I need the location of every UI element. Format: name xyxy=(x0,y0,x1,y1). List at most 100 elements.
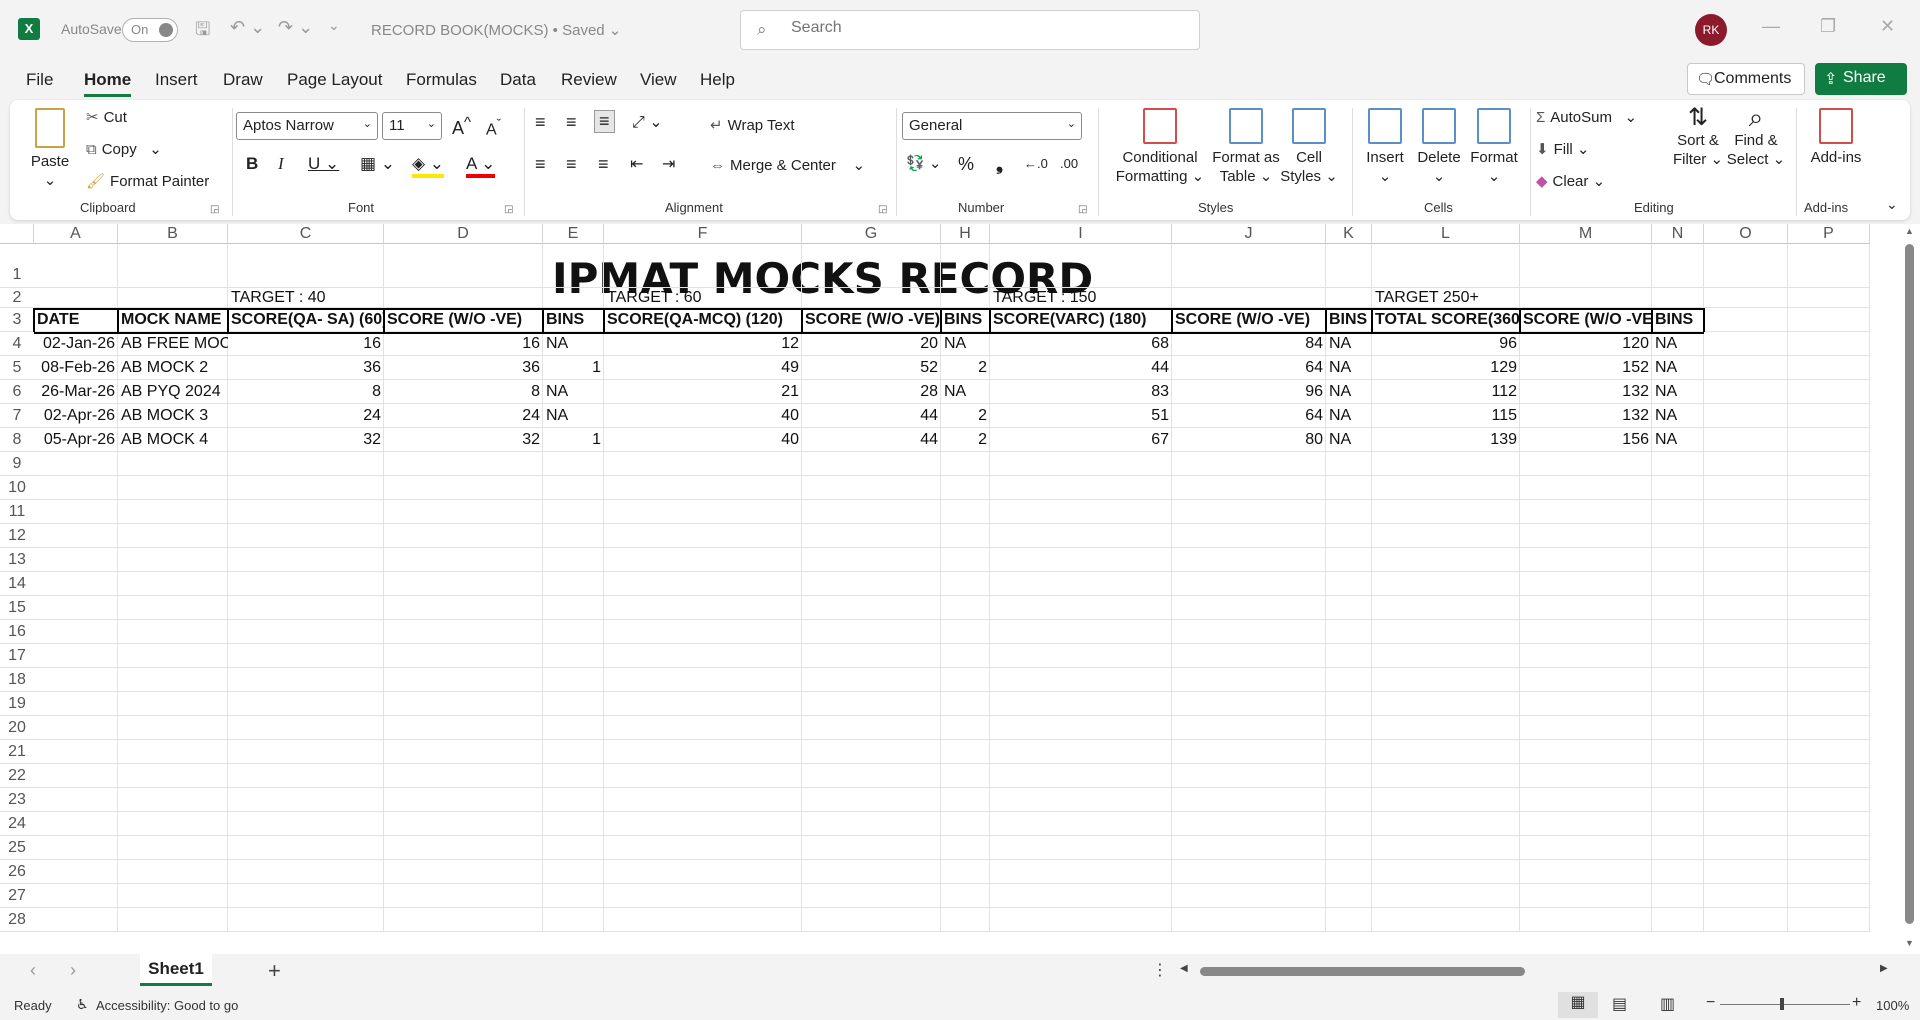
table-cell[interactable]: 44 xyxy=(990,356,1172,380)
column-title[interactable]: SCORE(QA-MCQ) (120) xyxy=(604,308,802,332)
row-header[interactable]: 14 xyxy=(0,572,34,596)
row-header[interactable]: 11 xyxy=(0,500,34,524)
page-break-view-icon[interactable]: ▥ xyxy=(1660,994,1675,1014)
format-painter-button[interactable]: 🖌 Format Painter xyxy=(86,172,209,190)
table-cell[interactable]: 8 xyxy=(228,380,384,404)
table-cell[interactable]: NA xyxy=(1326,428,1372,452)
tab-formulas[interactable]: Formulas xyxy=(406,70,477,90)
table-cell[interactable]: 156 xyxy=(1520,428,1652,452)
column-header[interactable]: F xyxy=(604,224,802,244)
table-cell[interactable]: 02-Jan-26 xyxy=(34,332,118,356)
autosave-toggle[interactable]: On xyxy=(122,18,178,42)
align-center-icon[interactable]: ≡ xyxy=(566,154,577,175)
column-header[interactable]: P xyxy=(1788,224,1870,244)
table-cell[interactable]: 52 xyxy=(802,356,941,380)
font-size-select[interactable]: 11 ⌄ xyxy=(382,112,442,140)
font-color-icon[interactable]: A ⌄ xyxy=(466,154,496,178)
target-label[interactable]: TARGET : 150 xyxy=(990,288,1190,308)
table-cell[interactable]: NA xyxy=(1652,332,1704,356)
column-title[interactable]: SCORE (W/O -VE) xyxy=(1520,308,1652,332)
insert-cells-button[interactable]: Insert ⌄ xyxy=(1360,108,1410,186)
table-cell[interactable]: 139 xyxy=(1372,428,1520,452)
column-header[interactable]: C xyxy=(228,224,384,244)
fill-color-icon[interactable]: ◈ ⌄ xyxy=(412,154,445,178)
accessibility-icon[interactable]: ♿ xyxy=(76,996,89,1013)
table-cell[interactable]: 2 xyxy=(941,404,990,428)
table-cell[interactable]: 96 xyxy=(1172,380,1326,404)
zoom-level[interactable]: 100% xyxy=(1876,998,1909,1013)
target-label[interactable]: TARGET : 60 xyxy=(604,288,804,308)
column-header[interactable]: A xyxy=(34,224,118,244)
scroll-down-icon[interactable]: ▼ xyxy=(1905,938,1914,948)
close-icon[interactable]: ✕ xyxy=(1880,16,1895,37)
table-cell[interactable]: 1 xyxy=(543,356,604,380)
row-header[interactable]: 10 xyxy=(0,476,34,500)
table-cell[interactable]: 21 xyxy=(604,380,802,404)
table-cell[interactable]: 132 xyxy=(1520,380,1652,404)
table-cell[interactable]: NA xyxy=(1326,404,1372,428)
table-cell[interactable]: NA xyxy=(1326,356,1372,380)
save-icon[interactable]: 🖫 xyxy=(195,17,210,47)
table-cell[interactable]: NA xyxy=(1652,428,1704,452)
table-cell[interactable]: 16 xyxy=(228,332,384,356)
table-cell[interactable]: 44 xyxy=(802,404,941,428)
bold-icon[interactable]: B xyxy=(246,154,258,174)
tab-page-layout[interactable]: Page Layout xyxy=(287,70,382,90)
row-header[interactable]: 19 xyxy=(0,692,34,716)
scroll-left-icon[interactable]: ◀ xyxy=(1180,963,1188,974)
prev-sheet-icon[interactable]: ‹ xyxy=(30,960,36,981)
table-cell[interactable]: 28 xyxy=(802,380,941,404)
comma-style-icon[interactable]: ❟ xyxy=(996,154,1003,175)
font-launcher-icon[interactable]: ◲ xyxy=(504,204,513,215)
column-header[interactable]: M xyxy=(1520,224,1652,244)
table-cell[interactable]: 49 xyxy=(604,356,802,380)
row-header[interactable]: 8 xyxy=(0,428,34,452)
column-header[interactable]: D xyxy=(384,224,543,244)
row-header[interactable]: 7 xyxy=(0,404,34,428)
autosum-button[interactable]: Σ AutoSum ⌄ xyxy=(1536,108,1637,126)
tab-draw[interactable]: Draw xyxy=(223,70,263,90)
wrap-text-button[interactable]: ↵ Wrap Text xyxy=(710,116,795,134)
number-format-select[interactable]: General ⌄ xyxy=(902,112,1082,140)
row-header[interactable]: 22 xyxy=(0,764,34,788)
row-header[interactable]: 18 xyxy=(0,668,34,692)
table-cell[interactable]: 120 xyxy=(1520,332,1652,356)
table-cell[interactable]: NA xyxy=(941,380,990,404)
column-header[interactable]: N xyxy=(1652,224,1704,244)
font-name-select[interactable]: Aptos Narrow ⌄ xyxy=(236,112,378,140)
decrease-font-icon[interactable]: Aˇ xyxy=(486,116,501,139)
search-input[interactable] xyxy=(791,19,1171,37)
table-cell[interactable]: NA xyxy=(543,332,604,356)
table-cell[interactable]: 64 xyxy=(1172,356,1326,380)
column-title[interactable]: SCORE (W/O -VE) xyxy=(802,308,941,332)
table-cell[interactable]: 83 xyxy=(990,380,1172,404)
customize-qat-icon[interactable]: ⌄ xyxy=(328,17,340,34)
table-cell[interactable]: NA xyxy=(1326,380,1372,404)
undo-icon[interactable]: ↶ ⌄ xyxy=(230,17,265,38)
delete-cells-button[interactable]: Delete ⌄ xyxy=(1414,108,1464,186)
clear-button[interactable]: ◆ Clear ⌄ xyxy=(1536,172,1605,190)
zoom-slider[interactable] xyxy=(1720,1004,1850,1005)
row-header[interactable]: 27 xyxy=(0,884,34,908)
redo-icon[interactable]: ↷ ⌄ xyxy=(278,17,313,38)
zoom-slider-thumb[interactable] xyxy=(1780,998,1784,1010)
table-cell[interactable]: 152 xyxy=(1520,356,1652,380)
column-header[interactable]: B xyxy=(118,224,228,244)
table-cell[interactable]: 8 xyxy=(384,380,543,404)
underline-icon[interactable]: U ⌄ xyxy=(308,154,339,174)
table-cell[interactable]: 64 xyxy=(1172,404,1326,428)
add-ins-button[interactable]: Add-ins xyxy=(1806,108,1866,167)
tab-help[interactable]: Help xyxy=(700,70,735,90)
row-header[interactable]: 20 xyxy=(0,716,34,740)
minimize-icon[interactable]: — xyxy=(1762,16,1780,37)
decrease-indent-icon[interactable]: ⇤ xyxy=(630,154,643,174)
column-header[interactable]: K xyxy=(1326,224,1372,244)
accessibility-status[interactable]: Accessibility: Good to go xyxy=(96,998,238,1013)
scroll-up-icon[interactable]: ▲ xyxy=(1905,226,1914,236)
row-header[interactable]: 23 xyxy=(0,788,34,812)
table-cell[interactable]: 24 xyxy=(384,404,543,428)
table-cell[interactable]: 80 xyxy=(1172,428,1326,452)
comments-button[interactable]: 🗨 Comments xyxy=(1687,63,1805,95)
zoom-out-icon[interactable]: − xyxy=(1706,994,1715,1012)
column-title[interactable]: SCORE(VARC) (180) xyxy=(990,308,1172,332)
